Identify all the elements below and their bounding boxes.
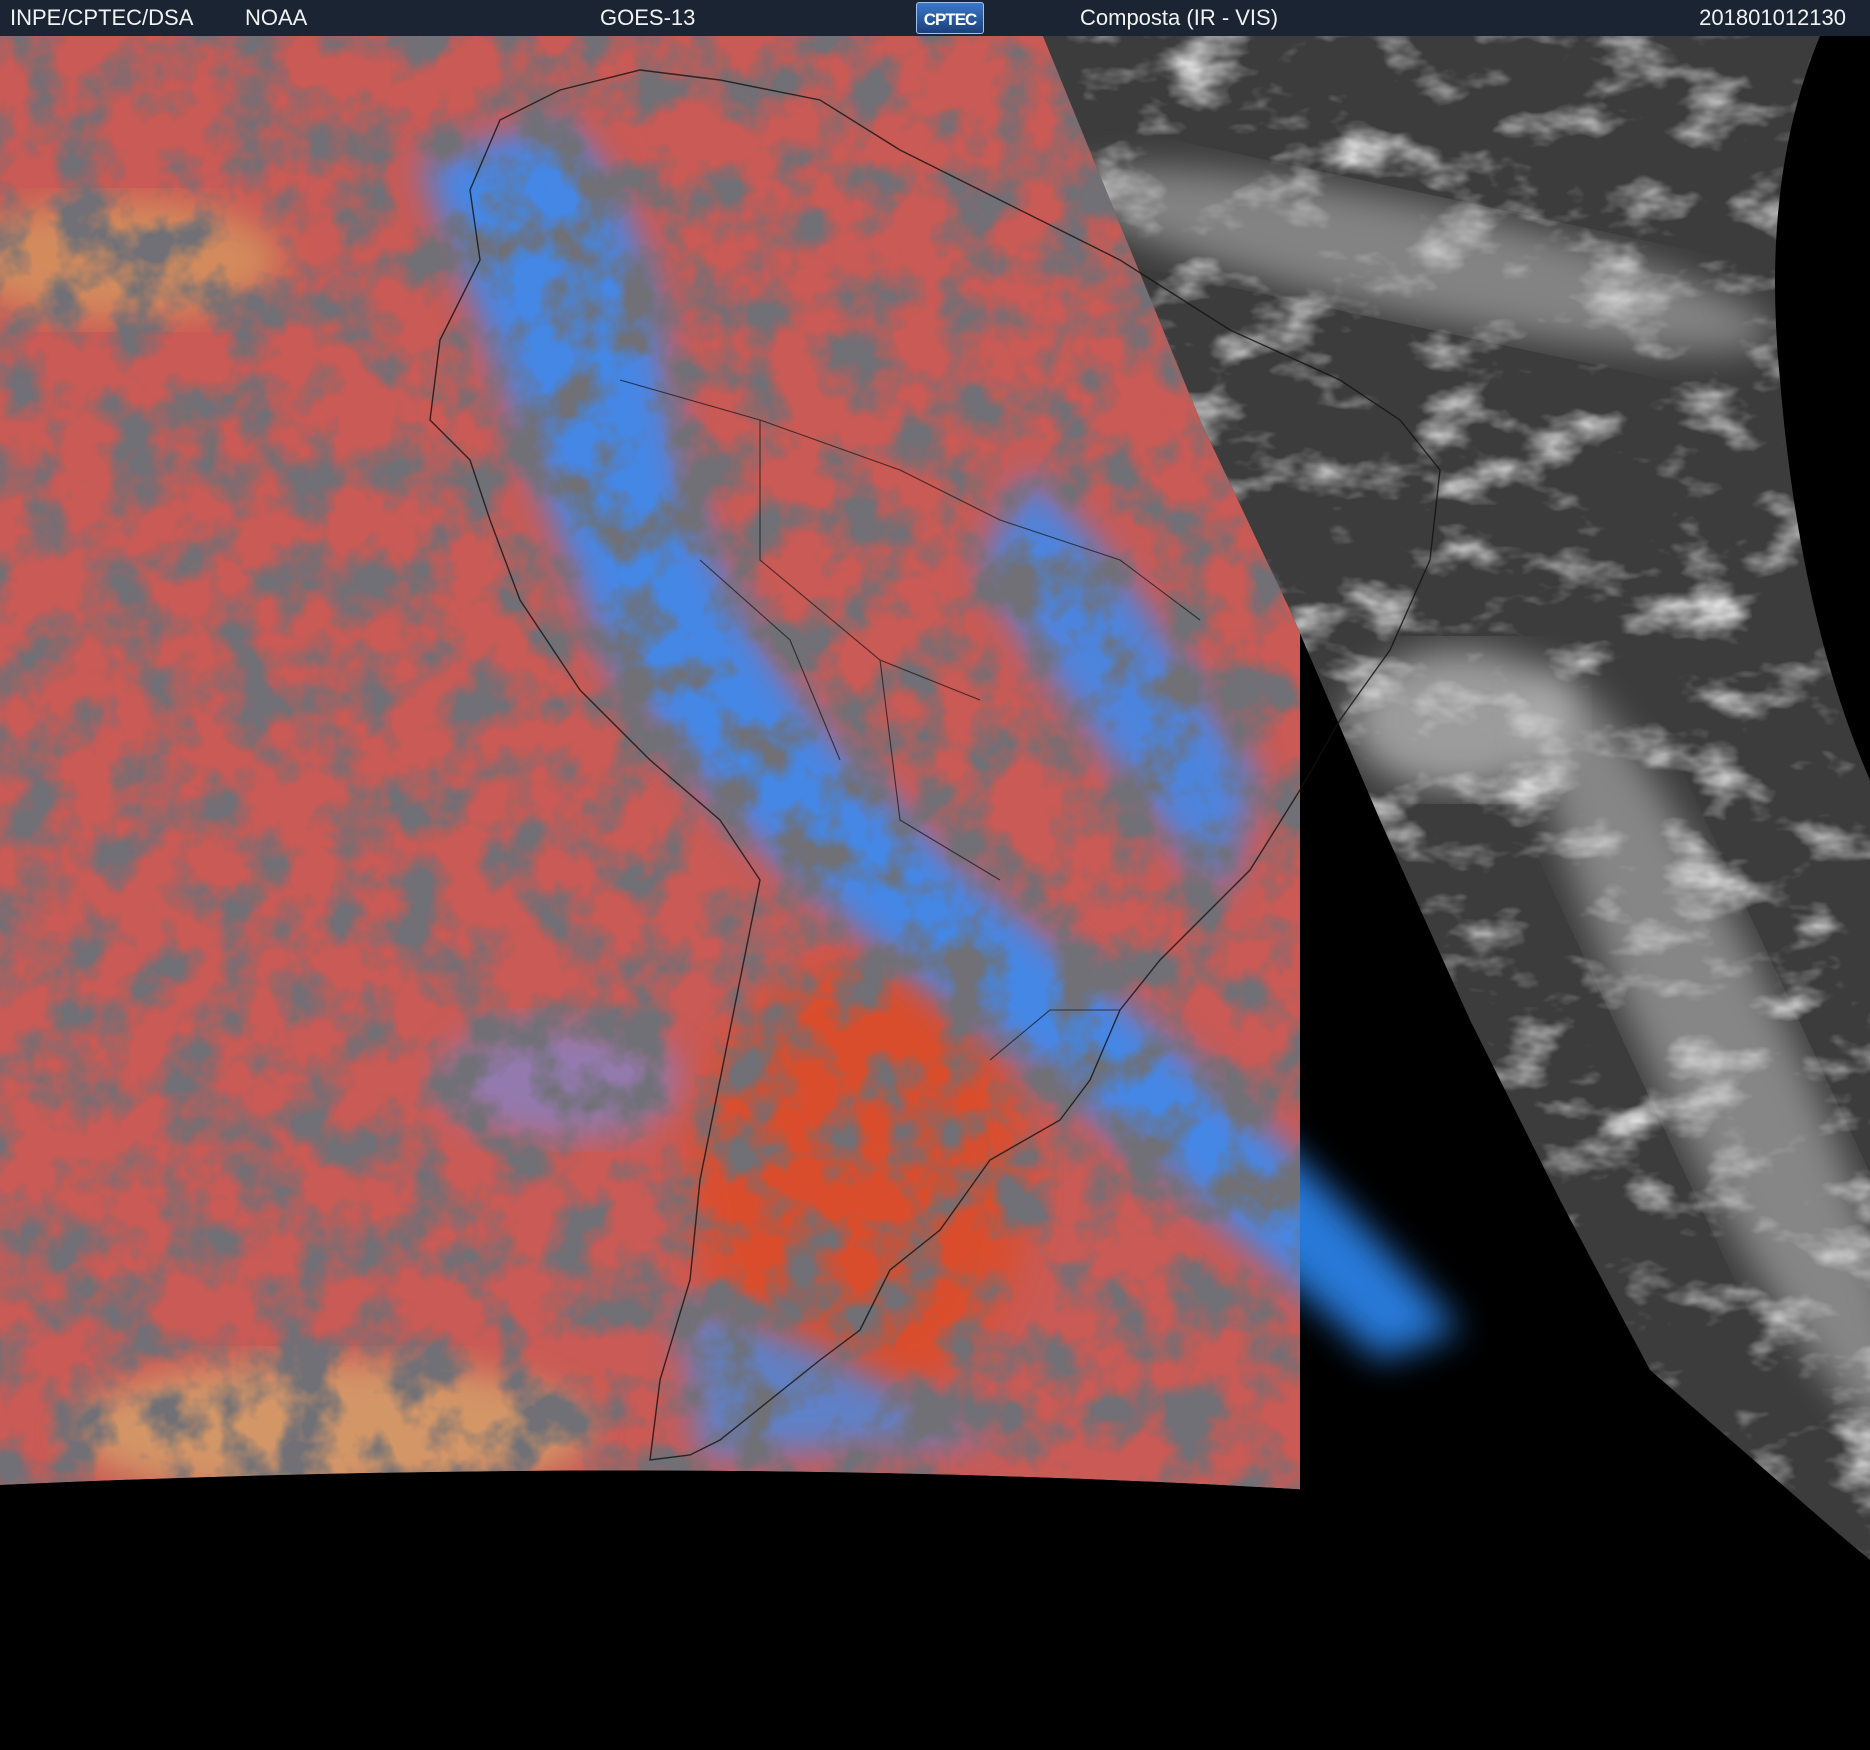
caption-bar: INPE/CPTEC/DSA NOAA GOES-13 CPTEC Compos…: [0, 0, 1870, 36]
earth-limb-mask: [0, 1470, 1870, 1750]
product-label: Composta (IR - VIS): [1080, 5, 1279, 30]
institution-label: INPE/CPTEC/DSA: [10, 5, 194, 30]
satellite-composite-svg: [0, 36, 1870, 1750]
logo-text: CPTEC: [923, 10, 978, 29]
satellite-label: GOES-13: [600, 5, 696, 30]
cptec-logo: CPTEC: [916, 2, 984, 34]
timestamp-label: 201801012130: [1699, 5, 1846, 30]
satellite-image: [0, 36, 1870, 1750]
agency-label: NOAA: [245, 5, 308, 30]
